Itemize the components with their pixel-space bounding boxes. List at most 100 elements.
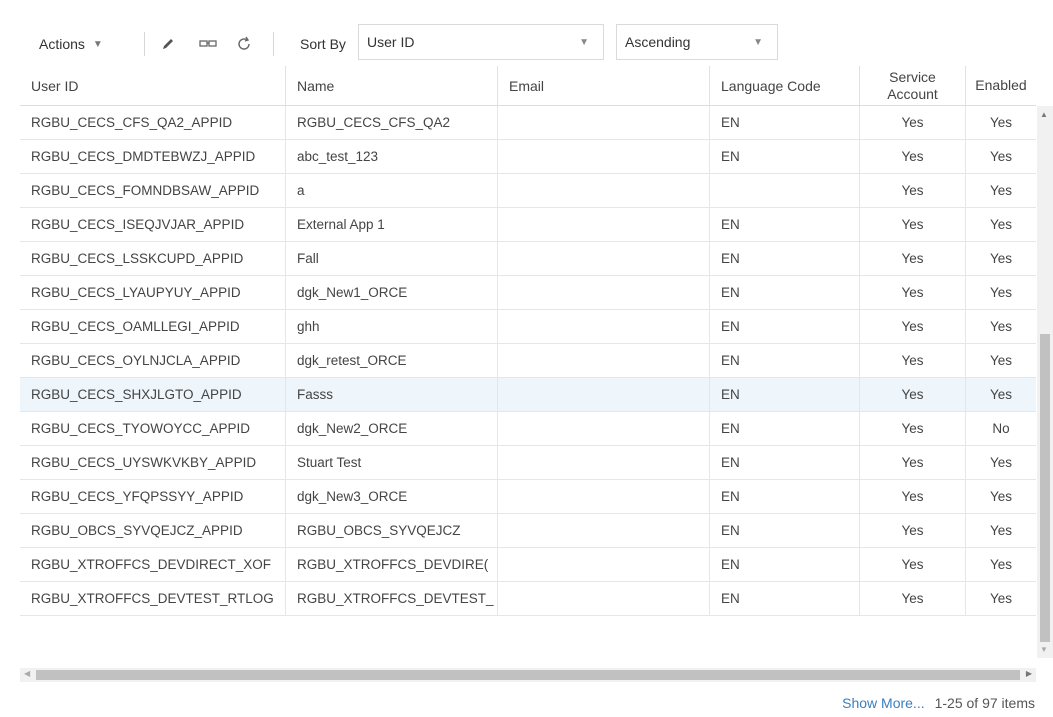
table-row[interactable]: RGBU_OBCS_SYVQEJCZ_APPID RGBU_OBCS_SYVQEJ… xyxy=(20,514,1036,548)
cell-language: EN xyxy=(710,548,860,581)
cell-enabled: Yes xyxy=(989,183,1013,198)
cell-name: Fall xyxy=(286,242,498,275)
table-row[interactable]: RGBU_XTROFFCS_DEVDIRECT_XOF RGBU_XTROFFCS… xyxy=(20,548,1036,582)
column-header-enabled[interactable]: Enabled xyxy=(966,66,1036,105)
cell-service-account: Yes xyxy=(860,106,966,139)
cell-email xyxy=(498,548,710,581)
cell-email xyxy=(498,514,710,547)
cell-user-id: RGBU_OBCS_SYVQEJCZ_APPID xyxy=(20,514,286,547)
item-range-text: 1-25 of 97 items xyxy=(934,695,1035,711)
cell-language: EN xyxy=(710,446,860,479)
table-row[interactable]: RGBU_CECS_OAMLLEGI_APPID ghh EN Yes Yes xyxy=(20,310,1036,344)
scroll-left-icon[interactable]: ◀ xyxy=(24,669,30,678)
cell-service-account: Yes xyxy=(860,548,966,581)
table-row[interactable]: RGBU_CECS_YFQPSSYY_APPID dgk_New3_ORCE EN Y… xyxy=(20,480,1036,514)
horizontal-scrollbar[interactable]: ◀ ▶ xyxy=(20,668,1036,682)
sort-field-value: User ID xyxy=(367,34,415,50)
cell-language: EN xyxy=(710,310,860,343)
scrollbar-thumb[interactable] xyxy=(1040,334,1050,642)
cell-language: EN xyxy=(710,242,860,275)
service-account-header-label: Service Account xyxy=(887,68,938,102)
show-more-link[interactable]: Show More... xyxy=(842,695,924,711)
table-row[interactable]: RGBU_CECS_FOMNDBSAW_APPID a Yes Yes xyxy=(20,174,1036,208)
users-table: User ID Name Email Language Code Service… xyxy=(20,66,1036,686)
cell-name: ghh xyxy=(286,310,498,343)
vertical-scrollbar[interactable]: ▲ ▼ xyxy=(1037,106,1053,658)
chevron-down-icon: ▼ xyxy=(92,38,103,50)
cell-enabled: Yes xyxy=(989,591,1013,606)
table-row[interactable]: RGBU_CECS_UYSWKVKBY_APPID Stuart Test EN Ye… xyxy=(20,446,1036,480)
cell-user-id: RGBU_CECS_TYOWOYCC_APPID xyxy=(20,412,286,445)
cell-enabled: Yes xyxy=(989,319,1013,334)
cell-user-id: RGBU_XTROFFCS_DEVTEST_RTLOG xyxy=(20,582,286,615)
table-row[interactable]: RGBU_CECS_DMDTEBWZJ_APPID abc_test_123 EN Y… xyxy=(20,140,1036,174)
cell-language: EN xyxy=(710,276,860,309)
scrollbar-thumb[interactable] xyxy=(36,670,1020,680)
table-row[interactable]: RGBU_CECS_SHXJLGTO_APPID Fasss EN Yes Yes xyxy=(20,378,1036,412)
table-row[interactable]: RGBU_XTROFFCS_DEVTEST_RTLOG RGBU_XTROFFCS… xyxy=(20,582,1036,616)
cell-service-account: Yes xyxy=(860,208,966,241)
column-header-user-id[interactable]: User ID xyxy=(20,66,286,105)
cell-email xyxy=(498,276,710,309)
edit-icon[interactable] xyxy=(155,32,181,56)
cell-email xyxy=(498,208,710,241)
cell-name: a xyxy=(286,174,498,207)
toolbar-divider xyxy=(144,32,145,56)
cell-user-id: RGBU_CECS_SHXJLGTO_APPID xyxy=(20,378,286,411)
cell-language: EN xyxy=(710,378,860,411)
sort-order-select[interactable]: Ascending ▼ xyxy=(616,24,778,60)
table-row[interactable]: RGBU_CECS_CFS_QA2_APPID RGBU_CECS_CFS_QA2… xyxy=(20,106,1036,140)
cell-language: EN xyxy=(710,480,860,513)
actions-menu-button[interactable]: Actions ▼ xyxy=(20,31,122,57)
scroll-up-icon[interactable]: ▲ xyxy=(1040,110,1048,119)
column-header-language[interactable]: Language Code xyxy=(710,66,860,105)
cell-user-id: RGBU_CECS_OYLNJCLA_APPID xyxy=(20,344,286,377)
cell-name: abc_test_123 xyxy=(286,140,498,173)
cell-service-account: Yes xyxy=(860,242,966,275)
cell-email xyxy=(498,378,710,411)
cell-name: dgk_New3_ORCE xyxy=(286,480,498,513)
view-icon[interactable] xyxy=(195,32,221,56)
cell-user-id: RGBU_CECS_ISEQJVJAR_APPID xyxy=(20,208,286,241)
cell-email xyxy=(498,582,710,615)
table-row[interactable]: RGBU_CECS_LSSKCUPD_APPID Fall EN Yes Yes xyxy=(20,242,1036,276)
column-header-name[interactable]: Name xyxy=(286,66,498,105)
cell-enabled: Yes xyxy=(989,523,1013,538)
cell-language: EN xyxy=(710,106,860,139)
cell-email xyxy=(498,344,710,377)
cell-service-account: Yes xyxy=(860,514,966,547)
cell-service-account: Yes xyxy=(860,310,966,343)
column-header-service-account[interactable]: Service Account xyxy=(860,66,966,105)
cell-enabled: Yes xyxy=(989,217,1013,232)
column-header-email[interactable]: Email xyxy=(498,66,710,105)
table-row[interactable]: RGBU_CECS_OYLNJCLA_APPID dgk_retest_ORCE E… xyxy=(20,344,1036,378)
sort-by-label: Sort By xyxy=(300,36,346,52)
cell-service-account: Yes xyxy=(860,412,966,445)
cell-language: EN xyxy=(710,140,860,173)
cell-enabled: No xyxy=(992,421,1010,436)
cell-service-account: Yes xyxy=(860,276,966,309)
table-row[interactable]: RGBU_CECS_ISEQJVJAR_APPID External App 1 E… xyxy=(20,208,1036,242)
cell-name: Fasss xyxy=(286,378,498,411)
table-row[interactable]: RGBU_CECS_LYAUPYUY_APPID dgk_New1_ORCE EN Y… xyxy=(20,276,1036,310)
cell-user-id: RGBU_XTROFFCS_DEVDIRECT_XOF xyxy=(20,548,286,581)
actions-label: Actions xyxy=(39,36,85,52)
cell-name: Stuart Test xyxy=(286,446,498,479)
cell-enabled: Yes xyxy=(989,455,1013,470)
cell-service-account: Yes xyxy=(860,378,966,411)
cell-name: dgk_New1_ORCE xyxy=(286,276,498,309)
cell-service-account: Yes xyxy=(860,174,966,207)
table-header: User ID Name Email Language Code Service… xyxy=(20,66,1036,106)
toolbar-divider xyxy=(273,32,274,56)
sort-order-value: Ascending xyxy=(625,34,691,50)
cell-email xyxy=(498,310,710,343)
toolbar: Actions ▼ Sort By User ID ▼ Ascending ▼ xyxy=(20,24,1040,60)
scroll-down-icon[interactable]: ▼ xyxy=(1040,645,1048,654)
sort-field-select[interactable]: User ID ▼ xyxy=(358,24,604,60)
cell-email xyxy=(498,446,710,479)
scroll-right-icon[interactable]: ▶ xyxy=(1026,669,1032,678)
cell-language: EN xyxy=(710,514,860,547)
cell-service-account: Yes xyxy=(860,344,966,377)
refresh-icon[interactable] xyxy=(231,32,257,56)
table-row[interactable]: RGBU_CECS_TYOWOYCC_APPID dgk_New2_ORCE EN Y… xyxy=(20,412,1036,446)
